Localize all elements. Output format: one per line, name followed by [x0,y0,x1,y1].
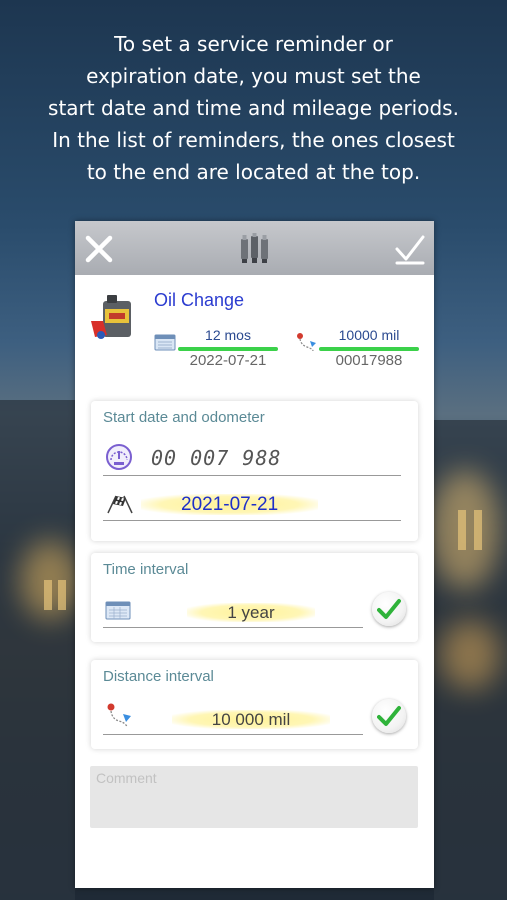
oil-can-icon [89,291,141,343]
time-underline [103,627,363,628]
route-pin-icon [107,703,131,728]
distance-status: 10000 mil 00017988 [295,327,420,375]
checkmark-icon [377,599,401,619]
time-progress-bar [178,347,278,351]
card-label: Time interval [103,561,189,578]
close-icon [85,235,113,263]
start-date-input[interactable]: 2021-07-21 [141,494,319,516]
checkmark-icon [395,235,425,265]
distance-interval-toggle[interactable] [372,699,406,733]
expiry-date: 2022-07-21 [189,352,267,369]
instruction-line: In the list of reminders, the ones close… [52,128,455,152]
time-interval-card: Time interval 1 year [91,553,418,642]
start-date-value: 2021-07-21 [141,494,319,515]
odometer-underline [103,475,401,476]
expiry-odometer: 00017988 [335,352,403,369]
checkered-flags-icon [107,495,133,514]
distance-underline [103,734,363,735]
odometer-input[interactable]: 00 007 988 [151,446,281,470]
start-date-odometer-card: Start date and odometer 00 007 988 2021-… [91,401,418,541]
calendar-icon [105,601,131,620]
checkmark-icon [377,706,401,726]
instruction-line: expiration date, you must set the [86,64,421,88]
time-interval-short: 12 mos [205,327,251,343]
distance-progress-bar [319,347,419,351]
distance-interval-short: 10000 mil [338,327,400,343]
comment-placeholder: Comment [96,770,157,786]
reminder-title: Oil Change [154,290,245,310]
instruction-text: To set a service reminder or expiration … [20,28,487,188]
calendar-icon [154,334,176,351]
route-pin-icon [297,333,316,352]
date-underline [103,520,401,521]
close-button[interactable] [79,229,119,269]
card-label: Start date and odometer [103,409,265,426]
instruction-line: to the end are located at the top. [86,160,421,184]
toolbar [75,221,434,275]
time-interval-toggle[interactable] [372,592,406,626]
distance-interval-card: Distance interval 10 000 mil [91,660,418,749]
time-status: 12 mos 2022-07-21 [154,327,279,375]
comment-field[interactable]: Comment [90,766,418,828]
reminder-summary: Oil Change 12 mos 2022-07-21 10000 mil 0… [75,275,434,385]
spark-plugs-icon [235,229,275,269]
card-label: Distance interval [103,668,214,685]
instruction-line: To set a service reminder or [114,32,393,56]
distance-interval-input[interactable]: 10 000 mil [151,710,351,730]
speedometer-icon [106,444,132,470]
save-button[interactable] [390,229,430,269]
time-interval-value: 1 year [187,603,315,622]
distance-interval-value: 10 000 mil [171,710,331,729]
time-interval-input[interactable]: 1 year [151,603,351,623]
instruction-line: start date and time and mileage periods. [48,96,459,120]
reminder-editor-panel: Oil Change 12 mos 2022-07-21 10000 mil 0… [75,221,434,888]
